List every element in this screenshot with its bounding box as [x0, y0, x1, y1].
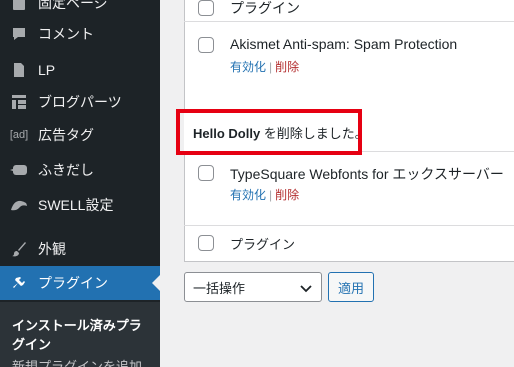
menu-item-appearance[interactable]: 外観: [0, 232, 160, 266]
menu-item-swell-settings[interactable]: SWELL設定: [0, 188, 160, 222]
menu-item-blog-parts[interactable]: ブログパーツ: [0, 85, 160, 119]
menu-item-comments[interactable]: コメント: [0, 17, 160, 51]
menu-item-lp[interactable]: LP: [0, 53, 160, 87]
plugin-checkbox[interactable]: [198, 37, 214, 53]
active-menu-arrow: [152, 275, 160, 291]
action-separator: |: [269, 60, 273, 74]
document-icon: [9, 60, 29, 80]
swell-icon: [9, 195, 29, 215]
menu-item-label: SWELL設定: [38, 197, 114, 213]
activate-link[interactable]: 有効化: [230, 188, 266, 202]
menu-item-plugins[interactable]: プラグイン: [0, 266, 160, 300]
menu-item-label: 固定ページ: [38, 0, 108, 11]
menu-item-label: ブログパーツ: [38, 94, 122, 110]
menu-item-label: 外観: [38, 241, 66, 257]
row-divider: [184, 225, 514, 226]
menu-item-fukidashi[interactable]: ふきだし: [0, 153, 160, 187]
row-divider: [184, 21, 514, 22]
row-actions: 有効化 | 削除: [230, 58, 299, 75]
action-separator: |: [269, 188, 273, 202]
menu-item-ad-tags[interactable]: [ad] 広告タグ: [0, 118, 160, 152]
apply-button[interactable]: 適用: [328, 272, 374, 302]
select-all-checkbox-bottom[interactable]: [198, 235, 214, 251]
submenu-item-installed-plugins[interactable]: インストール済みプラグイン: [12, 316, 152, 354]
plugins-table: プラグイン Akismet Anti-spam: Spam Protection…: [184, 0, 514, 367]
highlight-annotation-box: [176, 109, 362, 155]
column-header-plugin: プラグイン: [230, 0, 300, 16]
plugin-name: TypeSquare Webfonts for エックスサーバー: [230, 166, 504, 182]
brush-icon: [9, 239, 29, 259]
bulk-actions-select[interactable]: 一括操作: [184, 272, 322, 302]
page-icon: [9, 0, 29, 13]
delete-link[interactable]: 削除: [275, 60, 299, 74]
select-all-checkbox-top[interactable]: [198, 0, 214, 16]
column-footer-plugin: プラグイン: [230, 237, 296, 252]
plugin-checkbox[interactable]: [198, 165, 214, 181]
bulk-actions-selected: 一括操作: [193, 280, 246, 296]
grid-icon: [9, 92, 29, 112]
menu-item-label: LP: [38, 62, 56, 78]
submenu-item-add-new-plugin[interactable]: 新規プラグインを追加: [12, 356, 142, 367]
ad-icon: [ad]: [9, 129, 29, 141]
menu-item-label: 広告タグ: [38, 127, 94, 143]
menu-item-label: プラグイン: [38, 275, 108, 291]
comment-icon: [9, 24, 29, 44]
row-actions: 有効化 | 削除: [230, 186, 299, 203]
menu-item-label: ふきだし: [38, 162, 94, 178]
plugin-name: Akismet Anti-spam: Spam Protection: [230, 36, 458, 52]
menu-item-label: コメント: [38, 26, 94, 42]
activate-link[interactable]: 有効化: [230, 60, 266, 74]
speech-bubble-icon: [9, 160, 29, 180]
admin-sidebar: 固定ページ コメント LP ブログパーツ [ad] 広告タグ ふきだし SWEL…: [0, 0, 160, 367]
delete-link[interactable]: 削除: [275, 188, 299, 202]
chevron-down-icon: [300, 282, 312, 297]
plugin-icon: [9, 273, 29, 293]
